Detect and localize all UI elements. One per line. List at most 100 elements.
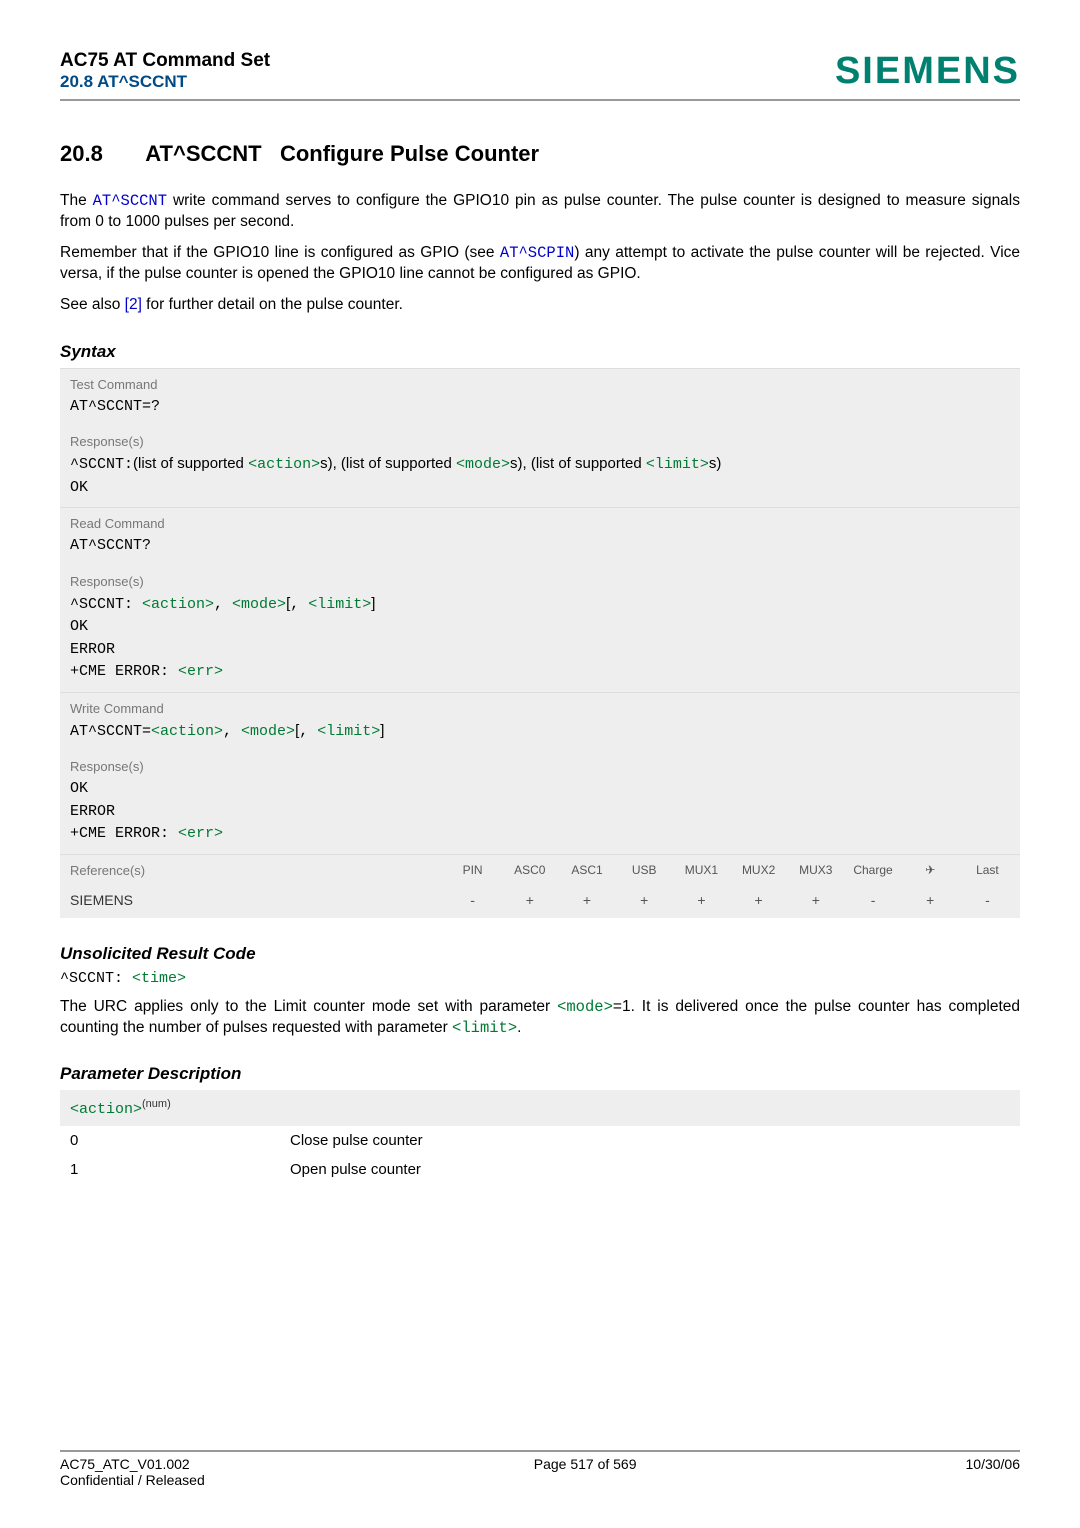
- cmd-link-sccnt[interactable]: AT^SCCNT: [93, 192, 167, 210]
- text: ^SCCNT:: [70, 596, 142, 613]
- col-mux3: MUX3: [787, 863, 844, 878]
- param-row-0: 0 Close pulse counter: [60, 1126, 1020, 1155]
- val-asc1: +: [558, 892, 615, 908]
- col-last: Last: [959, 863, 1016, 878]
- param-mode[interactable]: <mode>: [456, 456, 510, 473]
- test-command-block: Test Command AT^SCCNT=? Response(s) ^SCC…: [60, 368, 1020, 508]
- section-heading: 20.8 AT^SCCNT Configure Pulse Counter: [60, 141, 1020, 167]
- param-err[interactable]: <err>: [178, 663, 223, 680]
- syntax-heading: Syntax: [60, 342, 1020, 362]
- col-asc0: ASC0: [501, 863, 558, 878]
- param-num-sup: (num): [142, 1098, 171, 1110]
- text: The URC applies only to the Limit counte…: [60, 998, 557, 1015]
- reference-header-row: Reference(s) PIN ASC0 ASC1 USB MUX1 MUX2…: [60, 854, 1020, 886]
- text: The: [60, 192, 93, 209]
- write-command-label: Write Command: [60, 693, 1020, 720]
- page-footer: AC75_ATC_V01.002 Confidential / Released…: [60, 1450, 1020, 1488]
- text: ,: [299, 723, 317, 740]
- reference-siemens: SIEMENS: [60, 886, 440, 918]
- text: s), (list of supported: [320, 455, 456, 472]
- param-mode[interactable]: <mode>: [557, 998, 613, 1016]
- param-limit[interactable]: <limit>: [646, 456, 709, 473]
- read-command-label: Read Command: [60, 508, 1020, 535]
- col-charge: Charge: [844, 863, 901, 878]
- response-label: Response(s): [60, 566, 1020, 593]
- footer-doc-ver: AC75_ATC_V01.002: [60, 1456, 205, 1472]
- intro-p2: Remember that if the GPIO10 line is conf…: [60, 243, 1020, 285]
- val-mux1: +: [673, 892, 730, 908]
- ok: OK: [70, 618, 88, 635]
- urc-code: ^SCCNT: <time>: [60, 970, 1020, 987]
- val-arrow: +: [902, 892, 959, 908]
- val-usb: +: [616, 892, 673, 908]
- text: ]: [380, 722, 384, 739]
- col-mux1: MUX1: [673, 863, 730, 878]
- val-mux3: +: [787, 892, 844, 908]
- response-label: Response(s): [60, 751, 1020, 778]
- urc-heading: Unsolicited Result Code: [60, 944, 1020, 964]
- intro-p1: The AT^SCCNT write command serves to con…: [60, 191, 1020, 233]
- param-limit[interactable]: <limit>: [452, 1019, 517, 1037]
- param-limit[interactable]: <limit>: [317, 723, 380, 740]
- ok: OK: [70, 780, 88, 797]
- text: .: [517, 1019, 521, 1036]
- text: (list of supported: [133, 455, 248, 472]
- param-value: Close pulse counter: [290, 1132, 1010, 1149]
- param-key: 1: [70, 1161, 290, 1178]
- ref-link-2[interactable]: [2]: [125, 296, 142, 313]
- param-action-header: <action>(num): [60, 1090, 1020, 1126]
- param-action[interactable]: <action>: [248, 456, 320, 473]
- col-arrow-icon: ✈: [902, 863, 959, 878]
- write-command-block: Write Command AT^SCCNT=<action>, <mode>[…: [60, 692, 1020, 854]
- text: ^SCCNT:: [60, 970, 132, 987]
- param-mode[interactable]: <mode>: [232, 596, 286, 613]
- write-response: OK ERROR +CME ERROR: <err>: [60, 778, 1020, 854]
- error: ERROR: [70, 803, 115, 820]
- read-command-code: AT^SCCNT?: [60, 535, 1020, 566]
- param-mode[interactable]: <mode>: [241, 723, 295, 740]
- param-desc-heading: Parameter Description: [60, 1064, 1020, 1084]
- col-asc1: ASC1: [558, 863, 615, 878]
- param-key: 0: [70, 1132, 290, 1149]
- footer-confidential: Confidential / Released: [60, 1472, 205, 1488]
- cme-prefix: +CME ERROR:: [70, 825, 178, 842]
- col-mux2: MUX2: [730, 863, 787, 878]
- param-row-1: 1 Open pulse counter: [60, 1155, 1020, 1184]
- reference-value-row: SIEMENS - + + + + + + - + -: [60, 886, 1020, 918]
- test-command-code: AT^SCCNT=?: [60, 396, 1020, 427]
- reference-label: Reference(s): [60, 855, 440, 886]
- footer-page: Page 517 of 569: [534, 1456, 637, 1488]
- param-err[interactable]: <err>: [178, 825, 223, 842]
- doc-title: AC75 AT Command Set: [60, 50, 270, 72]
- ok: OK: [70, 479, 88, 496]
- cme-prefix: +CME ERROR:: [70, 663, 178, 680]
- col-pin: PIN: [444, 863, 501, 878]
- param-action-name: <action>: [70, 1101, 142, 1118]
- text: ,: [290, 596, 308, 613]
- read-command-block: Read Command AT^SCCNT? Response(s) ^SCCN…: [60, 507, 1020, 692]
- page-header: AC75 AT Command Set 20.8 AT^SCCNT SIEMEN…: [60, 50, 1020, 101]
- brand-logo: SIEMENS: [835, 50, 1020, 93]
- test-response: ^SCCNT:(list of supported <action>s), (l…: [60, 453, 1020, 507]
- text: ^SCCNT:: [70, 456, 133, 473]
- text: ,: [214, 596, 232, 613]
- text: s): [709, 455, 722, 472]
- doc-subtitle: 20.8 AT^SCCNT: [60, 72, 270, 92]
- param-action[interactable]: <action>: [151, 723, 223, 740]
- text: s), (list of supported: [510, 455, 646, 472]
- val-pin: -: [444, 892, 501, 908]
- section-name: Configure Pulse Counter: [280, 141, 539, 166]
- section-cmd: AT^SCCNT: [145, 141, 261, 166]
- param-limit[interactable]: <limit>: [308, 596, 371, 613]
- param-action[interactable]: <action>: [142, 596, 214, 613]
- text: ,: [223, 723, 241, 740]
- footer-date: 10/30/06: [966, 1456, 1021, 1488]
- param-time[interactable]: <time>: [132, 970, 186, 987]
- val-mux2: +: [730, 892, 787, 908]
- param-value: Open pulse counter: [290, 1161, 1010, 1178]
- text: Remember that if the GPIO10 line is conf…: [60, 244, 500, 261]
- text: See also: [60, 296, 125, 313]
- response-label: Response(s): [60, 426, 1020, 453]
- text: write command serves to configure the GP…: [60, 192, 1020, 230]
- cmd-link-scpin[interactable]: AT^SCPIN: [500, 244, 574, 262]
